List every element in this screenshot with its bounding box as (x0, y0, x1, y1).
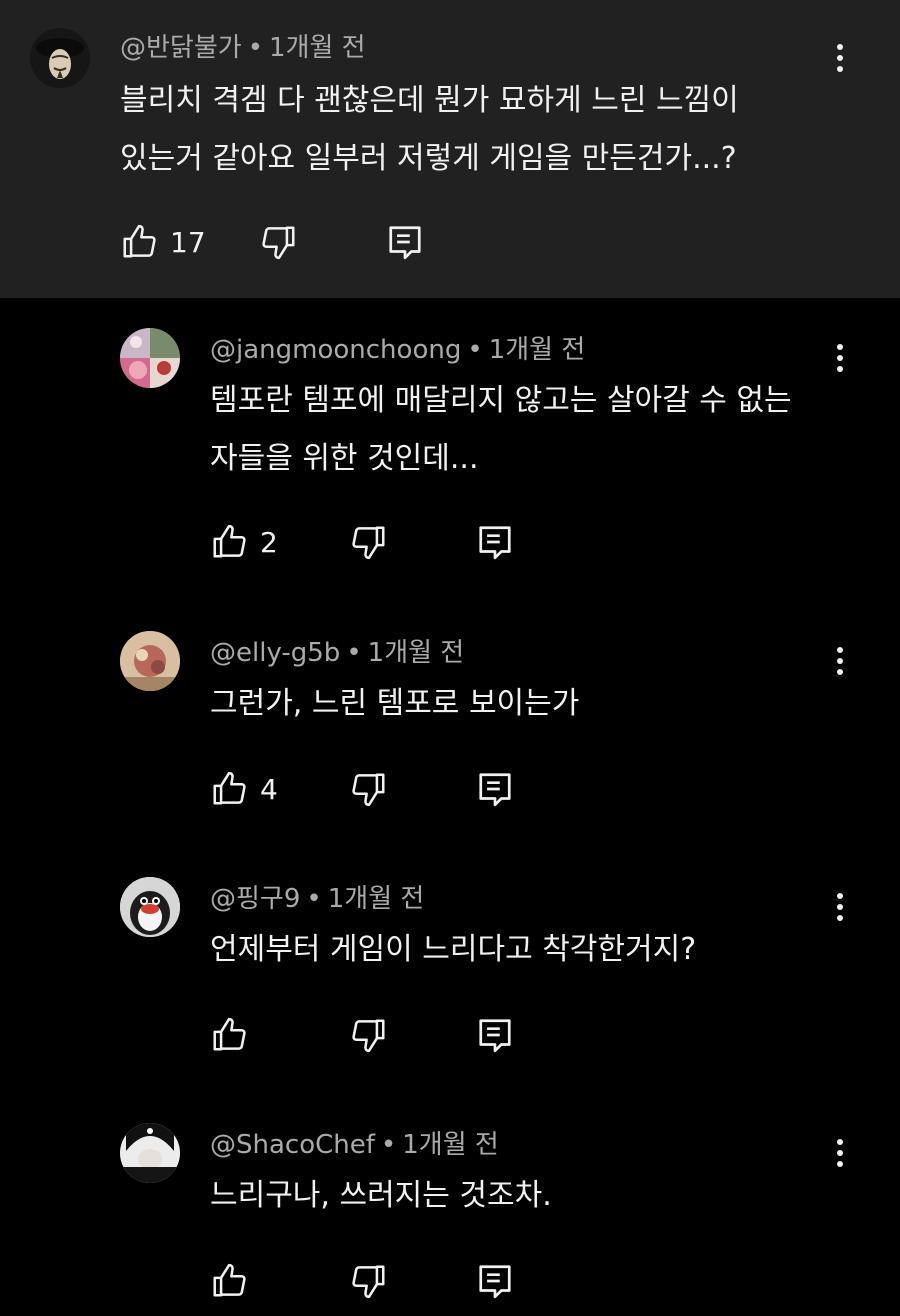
reply-icon (479, 773, 511, 807)
reply-icon (389, 226, 421, 260)
comment-text: 언제부터 게임이 느리다고 착각한거지? (210, 921, 696, 979)
comment-meta: @elly-g5b • 1개월 전 (210, 637, 464, 669)
like-count: 2 (260, 525, 278, 559)
reply-button[interactable] (476, 1015, 514, 1055)
thumb-up-icon (123, 224, 156, 258)
comment-author[interactable]: @jangmoonchoong (210, 335, 461, 365)
comment-meta: @반닭불가 • 1개월 전 (120, 32, 366, 64)
comment-author[interactable]: @ShacoChef (210, 1130, 375, 1160)
comment-actions (210, 1261, 530, 1301)
avatar[interactable] (120, 328, 180, 388)
comment-text: 블리치 격겜 다 괜찮은데 뭔가 묘하게 느린 느낌이 있는거 같아요 일부러 … (120, 72, 739, 188)
comment-text: 템포란 템포에 매달리지 않고는 살아갈 수 없는 자들을 위한 것인데... (210, 372, 792, 488)
comment-text: 느리구나, 쓰러지는 것조차. (210, 1167, 552, 1225)
more-vert-icon[interactable] (830, 38, 850, 78)
comment-actions: 17 (120, 222, 440, 262)
thumb-down-icon (352, 773, 385, 807)
thumb-up-icon (213, 771, 246, 805)
thumb-down-icon (352, 1265, 385, 1299)
comment-meta: @핑구9 • 1개월 전 (210, 883, 424, 915)
more-vert-icon[interactable] (830, 887, 850, 927)
comment-author[interactable]: @핑구9 (210, 884, 300, 914)
comment-line: 언제부터 게임이 느리다고 착각한거지? (210, 932, 697, 967)
parent-comment: @반닭불가 • 1개월 전 블리치 격겜 다 괜찮은데 뭔가 묘하게 느린 느낌이 … (0, 0, 900, 298)
dislike-button[interactable] (350, 1015, 388, 1055)
comment-line: 블리치 격겜 다 괜찮은데 뭔가 묘하게 느린 느낌이 (120, 83, 739, 118)
comment-author[interactable]: @elly-g5b (210, 638, 340, 668)
thumb-down-icon (352, 1019, 385, 1053)
thumb-up-icon (213, 1017, 246, 1051)
reply-comment: @핑구9 • 1개월 전 언제부터 게임이 느리다고 착각한거지? (0, 849, 900, 1095)
separator-dot: • (467, 335, 483, 365)
reply-icon (479, 1019, 511, 1053)
like-button[interactable]: 2 (210, 522, 278, 562)
separator-dot: • (247, 33, 264, 63)
more-vert-icon[interactable] (830, 1133, 850, 1173)
comment-line: 템포란 템포에 매달리지 않고는 살아갈 수 없는 (210, 383, 792, 418)
reply-comment: @jangmoonchoong • 1개월 전 템포란 템포에 매달리지 않고는 살… (0, 298, 900, 603)
comment-line: 자들을 위한 것인데... (210, 441, 479, 476)
comment-time[interactable]: 1개월 전 (489, 335, 586, 365)
comment-text: 그런가, 느린 템포로 보이는가 (210, 675, 579, 733)
comment-meta: @ShacoChef • 1개월 전 (210, 1129, 499, 1161)
comment-time[interactable]: 1개월 전 (368, 638, 465, 668)
comment-line: 느리구나, 쓰러지는 것조차. (210, 1178, 552, 1213)
like-count: 17 (170, 225, 206, 259)
reply-icon (479, 526, 511, 560)
comment-actions: 4 (210, 769, 530, 809)
like-button[interactable] (210, 1015, 260, 1055)
comment-time[interactable]: 1개월 전 (402, 1130, 499, 1160)
dislike-button[interactable] (350, 769, 388, 809)
dislike-button[interactable] (350, 522, 388, 562)
more-vert-icon[interactable] (830, 338, 850, 378)
comment-actions (210, 1015, 530, 1055)
avatar[interactable] (120, 631, 180, 691)
comment-time[interactable]: 1개월 전 (328, 884, 425, 914)
comment-thread: @반닭불가 • 1개월 전 블리치 격겜 다 괜찮은데 뭔가 묘하게 느린 느낌이 … (0, 0, 900, 1316)
separator-dot: • (380, 1130, 397, 1160)
thumb-down-icon (352, 526, 385, 560)
separator-dot: • (306, 884, 322, 914)
avatar[interactable] (120, 877, 180, 937)
reply-comment: @elly-g5b • 1개월 전 그런가, 느린 템포로 보이는가 4 (0, 603, 900, 849)
reply-button[interactable] (386, 222, 424, 262)
reply-button[interactable] (476, 1261, 514, 1301)
dislike-button[interactable] (260, 222, 298, 262)
thumb-up-icon (213, 524, 246, 558)
like-button[interactable]: 4 (210, 769, 278, 809)
more-vert-icon[interactable] (830, 641, 850, 681)
comment-line: 있는거 같아요 일부러 저렇게 게임을 만든건가...? (120, 141, 737, 176)
separator-dot: • (346, 638, 362, 668)
comment-actions: 2 (210, 522, 530, 562)
comment-author[interactable]: @반닭불가 (120, 33, 242, 63)
thumb-down-icon (262, 226, 295, 260)
comment-meta: @jangmoonchoong • 1개월 전 (210, 334, 585, 366)
reply-button[interactable] (476, 522, 514, 562)
avatar[interactable] (30, 28, 90, 88)
dislike-button[interactable] (350, 1261, 388, 1301)
comment-time[interactable]: 1개월 전 (269, 33, 366, 63)
reply-comment: @ShacoChef • 1개월 전 느리구나, 쓰러지는 것조차. (0, 1095, 900, 1316)
thumb-up-icon (213, 1263, 246, 1297)
like-count: 4 (260, 772, 278, 806)
reply-button[interactable] (476, 769, 514, 809)
like-button[interactable] (210, 1261, 260, 1301)
reply-icon (479, 1265, 511, 1299)
comment-line: 그런가, 느린 템포로 보이는가 (210, 686, 580, 721)
avatar[interactable] (120, 1123, 180, 1183)
like-button[interactable]: 17 (120, 222, 206, 262)
